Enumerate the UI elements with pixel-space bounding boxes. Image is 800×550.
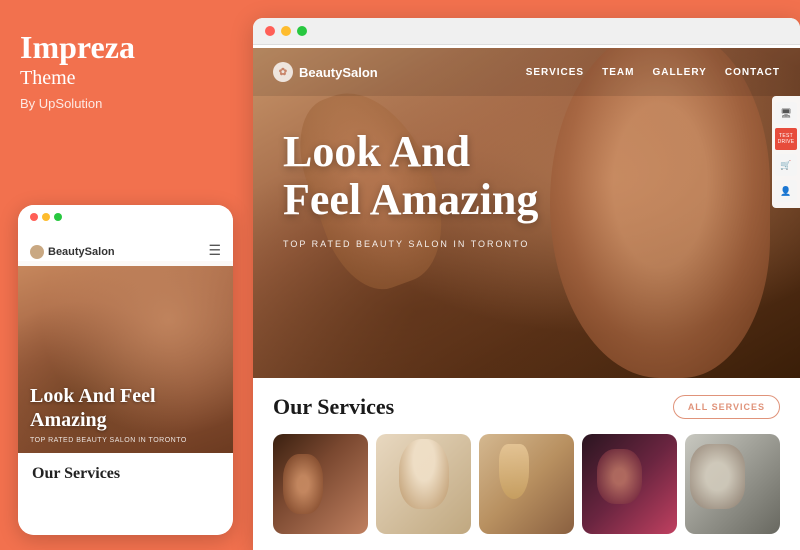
mobile-mockup: BeautySalon ☰ Look And Feel Amazing TOP … bbox=[18, 205, 233, 535]
mobile-hero-title: Look And Feel Amazing bbox=[30, 384, 221, 432]
service-card-4[interactable] bbox=[582, 434, 677, 534]
mobile-dot-yellow bbox=[42, 213, 50, 221]
browser-dot-green bbox=[297, 26, 307, 36]
sidebar-icons: 🖥 TESTDRIVE 🛒 👤 bbox=[772, 96, 800, 208]
mobile-hero: Look And Feel Amazing TOP RATED BEAUTY S… bbox=[18, 261, 233, 456]
services-header: Our Services ALL SERVICES bbox=[273, 394, 780, 420]
site-navigation: BeautySalon SERVICES TEAM GALLERY CONTAC… bbox=[253, 48, 800, 96]
site-hero-title: Look And Feel Amazing bbox=[283, 128, 538, 225]
site-hero-title-line2: Feel Amazing bbox=[283, 175, 538, 224]
test-drive-badge[interactable]: TESTDRIVE bbox=[775, 128, 797, 150]
mobile-hero-subtitle: TOP RATED BEAUTY SALON IN TORONTO bbox=[30, 437, 221, 444]
hero-face-decoration bbox=[550, 48, 770, 378]
browser-dot-yellow bbox=[281, 26, 291, 36]
mobile-logo-text: BeautySalon bbox=[48, 246, 115, 258]
nav-gallery[interactable]: GALLERY bbox=[652, 67, 706, 78]
browser-content: BeautySalon SERVICES TEAM GALLERY CONTAC… bbox=[253, 48, 800, 550]
service-card-1[interactable] bbox=[273, 434, 368, 534]
all-services-button[interactable]: ALL SERVICES bbox=[673, 395, 780, 419]
services-section-title: Our Services bbox=[273, 394, 394, 420]
site-logo-text: BeautySalon bbox=[299, 65, 378, 80]
brand-title-container: Impreza Theme By UpSolution bbox=[20, 30, 228, 111]
services-gallery bbox=[273, 434, 780, 534]
mobile-hero-overlay: Look And Feel Amazing TOP RATED BEAUTY S… bbox=[30, 384, 221, 444]
browser-top-bar bbox=[253, 18, 800, 45]
site-hero-subtitle: TOP RATED BEAUTY SALON IN TORONTO bbox=[283, 239, 538, 249]
mobile-nav-bar: BeautySalon ☰ bbox=[18, 237, 233, 266]
mobile-window-dots bbox=[30, 213, 62, 221]
mobile-dot-red bbox=[30, 213, 38, 221]
nav-contact[interactable]: CONTACT bbox=[725, 67, 780, 78]
site-hero-text: Look And Feel Amazing TOP RATED BEAUTY S… bbox=[283, 128, 538, 249]
service-card-5[interactable] bbox=[685, 434, 780, 534]
mobile-logo: BeautySalon bbox=[30, 245, 115, 259]
site-services-section: Our Services ALL SERVICES bbox=[253, 378, 800, 550]
browser-dot-red bbox=[265, 26, 275, 36]
brand-by: By UpSolution bbox=[20, 96, 228, 111]
site-nav-links: SERVICES TEAM GALLERY CONTACT bbox=[526, 67, 780, 78]
brand-name-regular: Theme bbox=[20, 67, 228, 90]
site-logo: BeautySalon bbox=[273, 62, 378, 82]
mobile-hamburger-icon[interactable]: ☰ bbox=[208, 243, 221, 260]
mobile-services-title: Our Services bbox=[32, 465, 219, 483]
cart-icon[interactable]: 🛒 bbox=[775, 154, 797, 176]
nav-services[interactable]: SERVICES bbox=[526, 67, 584, 78]
browser-mockup: BeautySalon SERVICES TEAM GALLERY CONTAC… bbox=[253, 18, 800, 550]
monitor-icon[interactable]: 🖥 bbox=[775, 102, 797, 124]
service-card-3[interactable] bbox=[479, 434, 574, 534]
mobile-logo-icon bbox=[30, 245, 44, 259]
site-hero: Look And Feel Amazing TOP RATED BEAUTY S… bbox=[253, 48, 800, 378]
site-logo-icon bbox=[273, 62, 293, 82]
site-hero-title-line1: Look And bbox=[283, 127, 470, 176]
service-card-2[interactable] bbox=[376, 434, 471, 534]
brand-name-bold: Impreza bbox=[20, 30, 228, 65]
nav-team[interactable]: TEAM bbox=[602, 67, 634, 78]
mobile-top-bar bbox=[18, 205, 233, 229]
user-icon[interactable]: 👤 bbox=[775, 180, 797, 202]
mobile-dot-green bbox=[54, 213, 62, 221]
mobile-services-section: Our Services bbox=[18, 453, 233, 535]
